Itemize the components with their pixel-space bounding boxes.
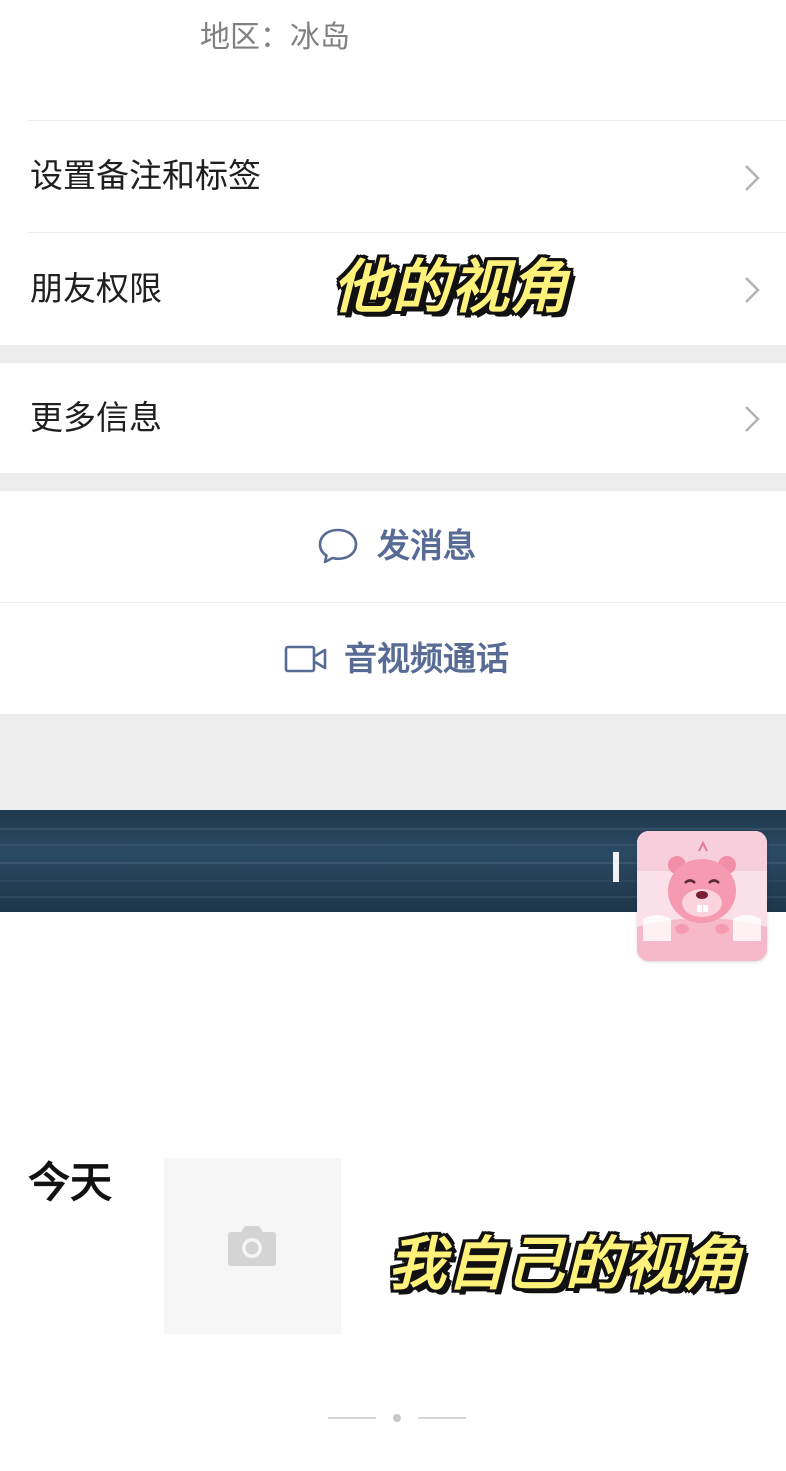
chevron-right-icon: [745, 165, 760, 191]
avatar[interactable]: [637, 831, 767, 961]
camera-icon: [228, 1226, 276, 1266]
remark-tags-row[interactable]: 设置备注和标签: [0, 121, 786, 232]
post-photo-button[interactable]: [164, 1158, 341, 1334]
cover-marker: [613, 852, 619, 882]
section-gap: [0, 473, 786, 491]
region-info: 地区：冰岛: [200, 20, 350, 55]
avatar-beaver-image: [637, 831, 767, 961]
more-info-row[interactable]: 更多信息: [0, 363, 786, 473]
section-gap: [0, 714, 786, 810]
remark-tags-label: 设置备注和标签: [30, 156, 261, 195]
send-message-button[interactable]: 发消息: [0, 491, 786, 602]
chevron-right-icon: [745, 277, 760, 303]
chevron-right-icon: [745, 406, 760, 432]
send-message-label: 发消息: [377, 526, 476, 565]
friend-permissions-label: 朋友权限: [30, 269, 162, 308]
chat-bubble-icon: [318, 528, 358, 564]
moments-date-label: 今天: [28, 1158, 113, 1207]
av-call-label: 音视频通话: [344, 639, 509, 678]
more-info-label: 更多信息: [30, 398, 162, 437]
av-call-button[interactable]: 音视频通话: [0, 603, 786, 714]
caption-my-view: 我自己的视角: [388, 1230, 743, 1298]
caption-his-view: 他的视角: [333, 253, 570, 321]
video-camera-icon: [284, 645, 327, 673]
section-gap: [0, 345, 786, 363]
